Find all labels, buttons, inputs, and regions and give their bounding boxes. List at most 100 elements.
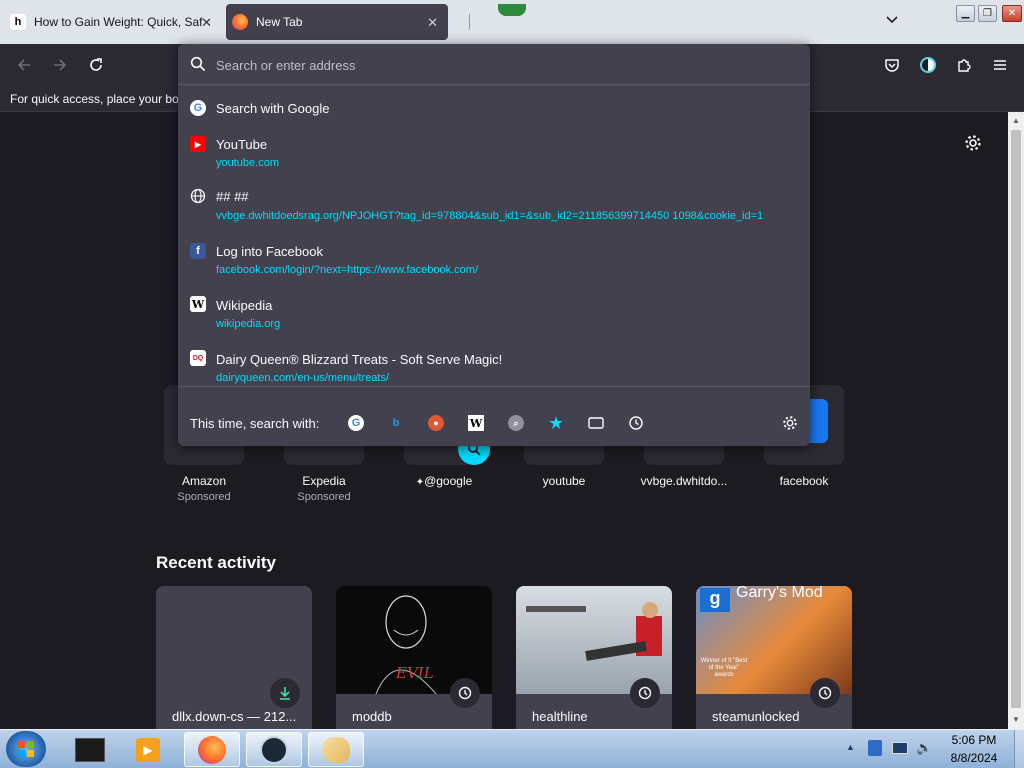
close-icon: ✕ xyxy=(1007,8,1017,19)
black-box-app-icon xyxy=(75,737,105,762)
suggestion-url: vvbge.dwhitdoedsrag.org/NPJOHGT?tag_id=9… xyxy=(216,210,764,222)
recent-card-healthline[interactable]: healthline xyxy=(516,586,672,729)
top-site-label: facebook xyxy=(779,474,829,488)
facebook-icon: f xyxy=(190,243,206,259)
clock-time[interactable]: 5:06 PM xyxy=(944,733,1004,747)
card-caption: steamunlocked xyxy=(712,709,800,724)
oneoff-search-label: This time, search with: xyxy=(190,416,320,431)
search-engine-icon[interactable]: ⌕ xyxy=(508,415,524,431)
window-close-button[interactable]: ✕ xyxy=(1002,5,1022,22)
tabs-icon[interactable] xyxy=(588,415,604,431)
address-bar-input[interactable] xyxy=(216,56,786,74)
bookmarks-star-icon[interactable]: ★ xyxy=(548,415,564,432)
divider xyxy=(469,14,470,30)
tab-strip-decoration xyxy=(498,4,526,16)
garrys-mod-logo: g xyxy=(700,588,730,612)
download-icon xyxy=(270,678,300,708)
minimize-button[interactable]: ▁ xyxy=(956,5,975,22)
puzzle-icon xyxy=(958,59,971,72)
garrys-mod-title: Garry's Mod xyxy=(736,586,823,601)
taskbar-app-steam[interactable] xyxy=(246,732,302,767)
clock-icon xyxy=(630,678,660,708)
scroll-down-arrow-icon[interactable]: ▼ xyxy=(1011,715,1021,724)
menu-button[interactable] xyxy=(988,53,1012,77)
clock-date[interactable]: 8/8/2024 xyxy=(944,751,1004,765)
minimize-icon: ▁ xyxy=(961,8,970,19)
top-site-label: Expedia xyxy=(302,474,346,488)
taskbar-app-black-box[interactable] xyxy=(62,732,118,767)
close-tab-icon[interactable]: ✕ xyxy=(201,15,212,31)
suggestion-title: Log into Facebook xyxy=(216,244,323,259)
dairy-queen-icon: DQ xyxy=(190,350,206,366)
wikipedia-icon[interactable]: W xyxy=(468,415,484,431)
recent-card-moddb[interactable]: EVIL moddb xyxy=(336,586,492,729)
pocket-button[interactable] xyxy=(880,53,904,77)
duckduckgo-icon[interactable]: ● xyxy=(428,415,444,431)
tab-how-to-gain-weight[interactable]: h How to Gain Weight: Quick, Saf ✕ xyxy=(4,4,222,40)
google-icon[interactable]: G xyxy=(348,415,364,431)
reload-icon xyxy=(90,58,102,71)
evil-image-text: EVIL xyxy=(396,664,434,682)
forward-arrow-icon xyxy=(54,59,67,71)
youtube-icon: ▶ xyxy=(190,136,206,152)
taskbar-app-paint[interactable] xyxy=(308,732,364,767)
recent-activity-heading: Recent activity xyxy=(156,553,276,572)
suggestion-row[interactable] xyxy=(180,130,808,176)
card-caption: dllx.down-cs — 212... xyxy=(172,709,297,724)
tray-app-icon[interactable] xyxy=(868,740,882,756)
show-desktop-button[interactable] xyxy=(1014,730,1024,768)
suggestion-title: YouTube xyxy=(216,137,268,152)
bing-icon[interactable]: b xyxy=(388,415,404,431)
show-hidden-icons-icon[interactable]: ▲ xyxy=(846,742,855,752)
clock-icon xyxy=(450,678,480,708)
sponsored-label: Sponsored xyxy=(297,491,351,503)
tab-new-tab[interactable]: New Tab ✕ xyxy=(226,4,448,40)
volume-icon[interactable]: 🔈 xyxy=(916,740,932,756)
close-tab-icon[interactable]: ✕ xyxy=(427,15,438,31)
top-site-label: Amazon xyxy=(181,474,227,488)
account-icon xyxy=(920,57,936,73)
steam-icon xyxy=(260,735,288,764)
windows-taskbar: ▶ ▲ 🔈 xyxy=(0,729,1024,768)
restore-button[interactable]: ❐ xyxy=(978,5,997,22)
firefox-icon xyxy=(232,14,248,30)
suggestion-url: dairyqueen.com/en-us/menu/treats/ xyxy=(216,372,390,384)
media-player-icon: ▶ xyxy=(136,737,160,762)
suggestion-url: youtube.com xyxy=(216,157,279,169)
recent-card-steamunlocked[interactable]: g Garry's Mod Winner of 9 "Best of the Y… xyxy=(696,586,852,729)
extensions-button[interactable] xyxy=(952,53,976,77)
suggestion-url: wikipedia.org xyxy=(216,318,281,330)
wikipedia-icon: W xyxy=(190,296,206,312)
globe-icon xyxy=(190,188,206,204)
pocket-icon xyxy=(885,59,899,72)
history-icon[interactable] xyxy=(628,415,644,431)
recent-card-dllx[interactable]: dllx.down-cs — 212... xyxy=(156,586,312,729)
scroll-up-arrow-icon[interactable]: ▲ xyxy=(1011,116,1021,125)
urlbar-divider xyxy=(178,84,810,85)
suggestion-url: facebook.com/login/?next=https://www.fac… xyxy=(216,264,479,276)
forward-button[interactable] xyxy=(48,53,72,77)
hamburger-menu-icon xyxy=(994,60,1006,70)
top-site-label: youtube xyxy=(542,474,586,488)
suggestion-title: ## ## xyxy=(216,189,249,204)
list-all-tabs-icon[interactable] xyxy=(885,12,903,30)
account-button[interactable] xyxy=(916,53,940,77)
card-caption: healthline xyxy=(532,709,588,724)
clock-icon xyxy=(810,678,840,708)
scrollbar-thumb[interactable] xyxy=(1011,130,1021,708)
taskbar-app-media-player[interactable]: ▶ xyxy=(120,732,176,767)
reload-button[interactable] xyxy=(84,53,108,77)
back-arrow-icon xyxy=(17,59,30,71)
gear-icon xyxy=(783,416,797,430)
search-settings-button[interactable] xyxy=(782,415,798,431)
personalize-button[interactable] xyxy=(964,134,982,157)
top-site-label: ✦@google xyxy=(415,474,473,488)
back-button[interactable] xyxy=(12,53,36,77)
suggestion-title: Search with Google xyxy=(216,101,330,116)
taskbar-app-firefox[interactable] xyxy=(184,732,240,767)
start-orb-icon[interactable] xyxy=(6,731,46,767)
page-scrollbar[interactable]: ▲ ▼ xyxy=(1008,112,1024,729)
top-site-label: vvbge.dwhitdo... xyxy=(640,474,728,488)
network-icon[interactable] xyxy=(892,742,908,754)
gear-icon xyxy=(965,135,981,151)
